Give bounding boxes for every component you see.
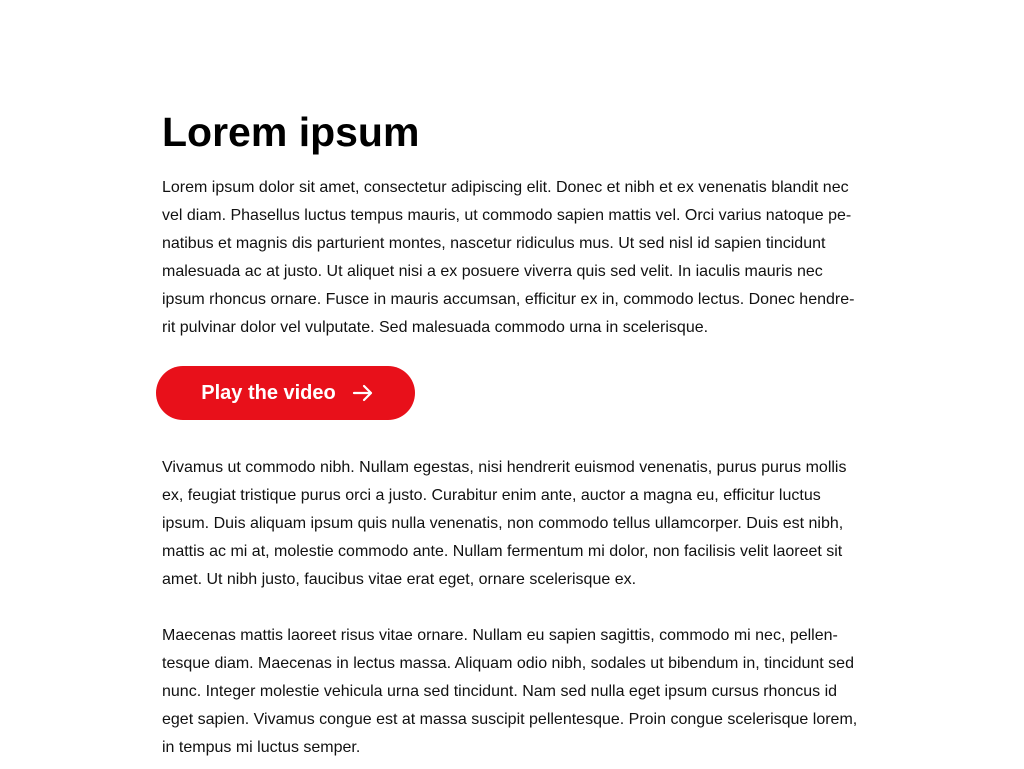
page-title: Lorem ipsum [162, 109, 420, 155]
play-video-button[interactable]: Play the video [156, 366, 415, 420]
cta-container: Play the video [156, 366, 862, 420]
article: Lorem ipsum Lorem ipsum dolor sit amet, … [156, 108, 862, 762]
body-paragraph-1: Vivamus ut commodo nibh. Nullam egestas,… [162, 459, 847, 588]
body-paragraph-2: Maecenas mattis laoreet risus vitae orna… [162, 627, 858, 756]
play-video-label: Play the video [201, 381, 336, 404]
arrow-right-icon [352, 383, 374, 403]
intro-paragraph: Lorem ipsum dolor sit amet, consectetur … [162, 179, 855, 336]
